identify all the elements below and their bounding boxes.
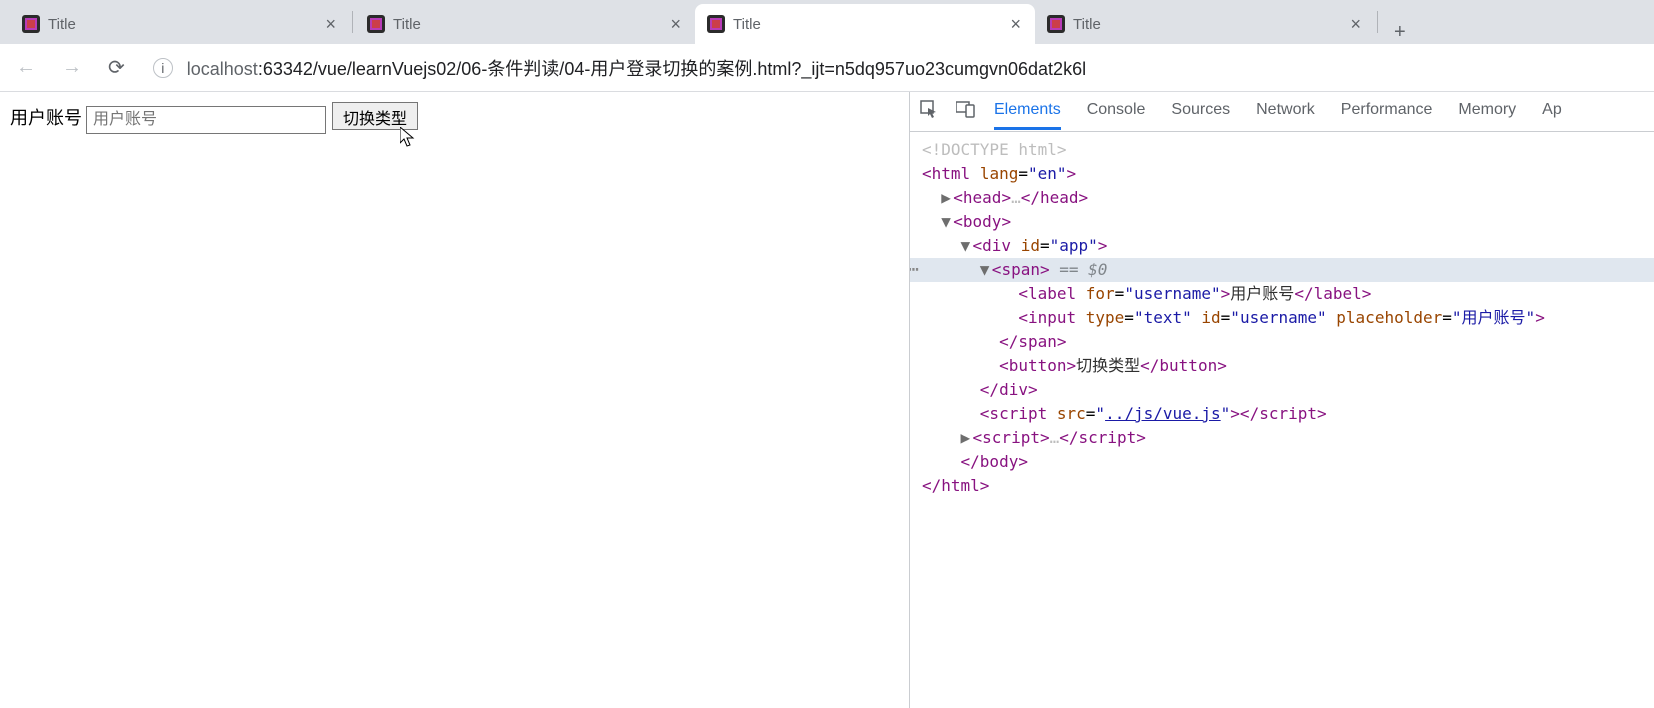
forward-icon[interactable]: → [56,52,88,83]
tab-memory[interactable]: Memory [1458,93,1516,130]
dom-node[interactable]: </span> [910,330,1654,354]
username-label: 用户账号 [10,108,82,128]
browser-tab[interactable]: Title × [1035,4,1375,44]
dom-node[interactable]: <html lang="en"> [910,162,1654,186]
tab-performance[interactable]: Performance [1341,93,1433,130]
tab-sources[interactable]: Sources [1171,93,1230,130]
tab-console[interactable]: Console [1087,93,1146,130]
dom-node[interactable]: <input type="text" id="username" placeho… [910,306,1654,330]
devtools-tabs: Elements Console Sources Network Perform… [994,93,1562,130]
close-icon[interactable]: × [323,12,338,37]
url-display[interactable]: localhost:63342/vue/learnVuejs02/06-条件判读… [187,55,1086,81]
tab-favicon-icon [367,15,385,33]
tab-network[interactable]: Network [1256,93,1315,130]
dom-node[interactable]: </html> [910,474,1654,498]
tab-separator [352,11,353,33]
reload-icon[interactable]: ⟳ [102,51,131,84]
dom-node[interactable]: <!DOCTYPE html> [910,138,1654,162]
dom-node[interactable]: ▼<div id="app"> [910,234,1654,258]
dom-tree[interactable]: <!DOCTYPE html> <html lang="en"> ▶<head>… [910,132,1654,708]
new-tab-button[interactable]: + [1380,21,1420,44]
dom-node[interactable]: </body> [910,450,1654,474]
dom-node[interactable]: ▶<head>…</head> [910,186,1654,210]
dom-node[interactable]: <label for="username">用户账号</label> [910,282,1654,306]
browser-tab-active[interactable]: Title × [695,4,1035,44]
tab-title: Title [1073,16,1340,33]
dom-node[interactable]: ▼<body> [910,210,1654,234]
dom-node-selected[interactable]: ▼<span> == $0 [910,258,1654,282]
tab-application[interactable]: Ap [1542,93,1562,130]
inspect-icon[interactable] [920,100,938,123]
dom-node[interactable]: </div> [910,378,1654,402]
back-icon[interactable]: ← [10,52,42,83]
tab-elements[interactable]: Elements [994,93,1061,130]
site-info-icon[interactable]: i [153,58,173,78]
device-toggle-icon[interactable] [956,100,976,123]
devtools-panel: Elements Console Sources Network Perform… [910,92,1654,708]
toggle-type-button[interactable]: 切换类型 [332,102,418,130]
devtools-toolbar: Elements Console Sources Network Perform… [910,92,1654,132]
close-icon[interactable]: × [1008,12,1023,37]
tab-favicon-icon [1047,15,1065,33]
dom-node[interactable]: <script src="../js/vue.js"></script> [910,402,1654,426]
tab-title: Title [733,16,1000,33]
username-input[interactable] [86,106,326,134]
tab-bar: Title × Title × Title × Title × + [0,0,1654,44]
address-bar: ← → ⟳ i localhost:63342/vue/learnVuejs02… [0,44,1654,92]
tab-title: Title [393,16,660,33]
browser-tab[interactable]: Title × [10,4,350,44]
tab-title: Title [48,16,315,33]
close-icon[interactable]: × [668,12,683,37]
tab-favicon-icon [707,15,725,33]
close-icon[interactable]: × [1348,12,1363,37]
browser-tab[interactable]: Title × [355,4,695,44]
tab-favicon-icon [22,15,40,33]
page-viewport: 用户账号 切换类型 [0,92,910,708]
dom-node[interactable]: <button>切换类型</button> [910,354,1654,378]
cursor-icon [400,127,418,155]
dom-node[interactable]: ▶<script>…</script> [910,426,1654,450]
tab-separator [1377,11,1378,33]
